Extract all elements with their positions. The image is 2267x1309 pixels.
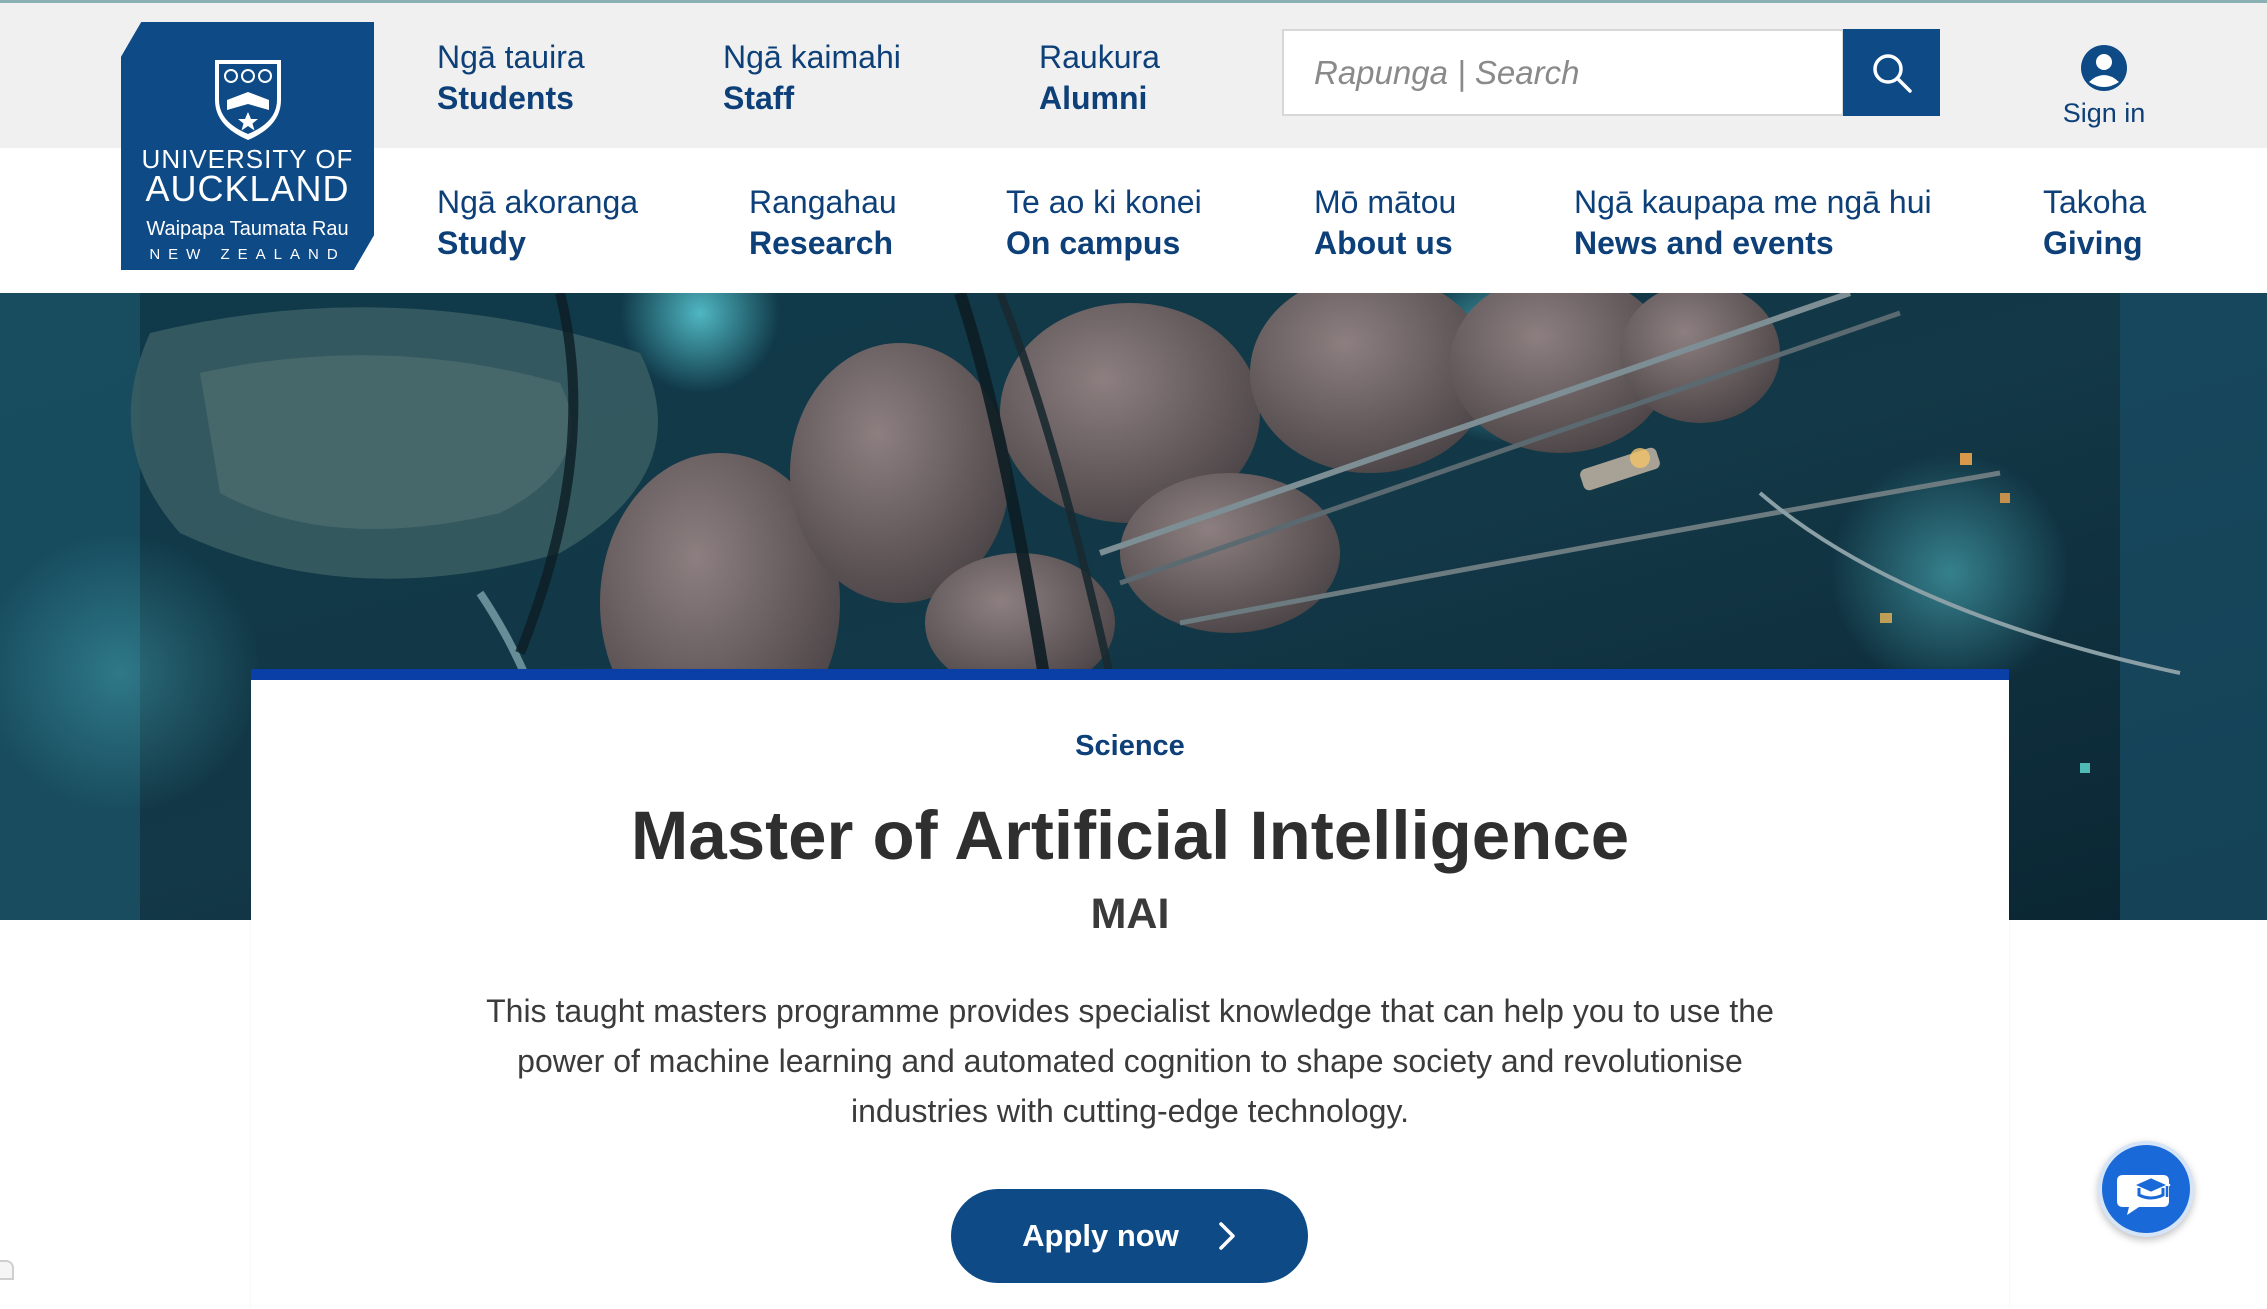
nav-label-english: Giving: [2043, 225, 2143, 261]
nav-label-english: About us: [1314, 225, 1453, 261]
nav-label-maori: Rangahau: [749, 184, 897, 220]
nav-label-maori: Ngā akoranga: [437, 184, 639, 220]
nav-label-maori: Ngā kaimahi: [723, 39, 901, 75]
edge-tab[interactable]: [0, 1260, 14, 1280]
logo-waipapa: Waipapa Taumata Rau: [146, 218, 349, 240]
nav-label-english: On campus: [1006, 225, 1181, 261]
logo-new-zealand: NEW ZEALAND: [149, 246, 346, 263]
main-nav-giving[interactable]: Takoha Giving: [2043, 182, 2146, 264]
utility-nav-students[interactable]: Ngā tauira Students: [437, 37, 585, 119]
search-field: [1282, 29, 1844, 116]
programme-card: Science Master of Artificial Intelligenc…: [251, 669, 2009, 1309]
user-icon: [2081, 45, 2127, 91]
search-icon: [1872, 53, 1912, 93]
nav-label-maori: Takoha: [2043, 184, 2147, 220]
main-nav-research[interactable]: Rangahau Research: [749, 182, 897, 264]
nav-label-maori: Ngā kaupapa me ngā hui: [1574, 184, 1932, 220]
main-nav-news-and-events[interactable]: Ngā kaupapa me ngā hui News and events: [1574, 182, 1932, 264]
chevron-right-icon: [1219, 1222, 1235, 1250]
search-input[interactable]: [1284, 31, 1842, 114]
logo-auckland: AUCKLAND: [145, 168, 350, 209]
nav-label-maori: Te ao ki konei: [1006, 184, 1202, 220]
programme-abbreviation: MAI: [1090, 890, 1170, 938]
chat-graduation-icon: [2117, 1175, 2171, 1215]
nav-label-english: Study: [437, 225, 526, 261]
apply-now-button[interactable]: Apply now: [951, 1189, 1308, 1283]
crest-icon: [215, 60, 281, 140]
nav-label-english: Students: [437, 80, 574, 116]
nav-label-english: Alumni: [1039, 80, 1148, 116]
nav-label-maori: Ngā tauira: [437, 39, 585, 75]
utility-nav-staff[interactable]: Ngā kaimahi Staff: [723, 37, 901, 119]
chat-button[interactable]: [2098, 1141, 2194, 1237]
nav-label-maori: Raukura: [1039, 39, 1160, 75]
programme-description: This taught masters programme provides s…: [486, 993, 1774, 1129]
search-button[interactable]: [1843, 29, 1940, 116]
sign-in-label: Sign in: [2062, 98, 2146, 128]
apply-now-label: Apply now: [1022, 1218, 1179, 1253]
nav-label-english: News and events: [1574, 225, 1834, 261]
utility-nav-alumni[interactable]: Raukura Alumni: [1039, 37, 1160, 119]
university-logo[interactable]: UNIVERSITY OF AUCKLAND Waipapa Taumata R…: [121, 22, 374, 270]
faculty-label[interactable]: Science: [251, 730, 2009, 763]
main-nav-about-us[interactable]: Mō mātou About us: [1314, 182, 1456, 264]
main-nav-on-campus[interactable]: Te ao ki konei On campus: [1006, 182, 1202, 264]
page-title: Master of Artificial Intelligence: [630, 797, 1630, 874]
main-nav-study[interactable]: Ngā akoranga Study: [437, 182, 638, 264]
sign-in-button[interactable]: Sign in: [2054, 44, 2154, 134]
nav-label-english: Staff: [723, 80, 795, 116]
nav-label-maori: Mō mātou: [1314, 184, 1457, 220]
nav-label-english: Research: [749, 225, 894, 261]
